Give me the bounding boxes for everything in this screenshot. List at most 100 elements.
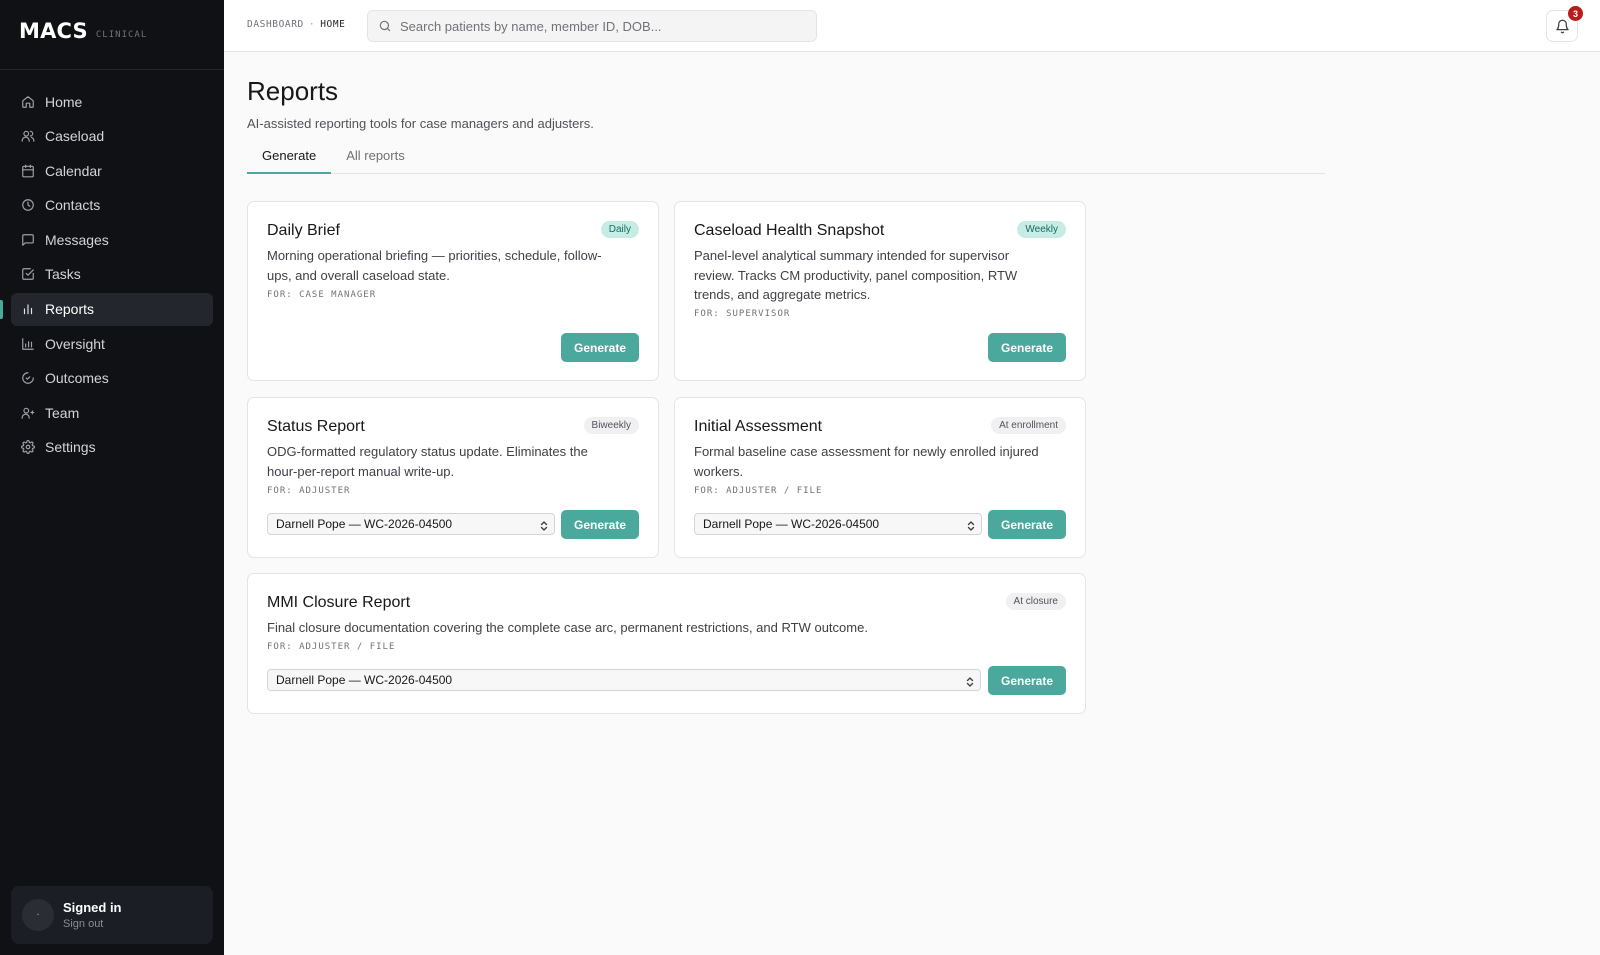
- sidebar-item-label: Messages: [45, 231, 109, 248]
- patient-select-value: Darnell Pope — WC-2026-04500: [276, 517, 453, 531]
- card-description-line: Formal baseline case assessment for newl…: [694, 444, 1039, 459]
- card-description: ODG-formatted regulatory status update. …: [267, 442, 588, 481]
- report-card-mmi-closure: MMI Closure Report At closure Final clos…: [247, 573, 1086, 714]
- patient-select-value: Darnell Pope — WC-2026-04500: [703, 517, 880, 531]
- sidebar: MACS CLINICAL Home Caseload Calendar Con…: [0, 0, 224, 955]
- tab-generate[interactable]: Generate: [247, 147, 332, 174]
- generate-button[interactable]: Generate: [561, 333, 639, 362]
- generate-button[interactable]: Generate: [988, 666, 1066, 695]
- card-description-line: ODG-formatted regulatory status update. …: [267, 444, 588, 459]
- gauge-icon: [21, 371, 35, 385]
- notifications-button[interactable]: 3: [1546, 6, 1583, 42]
- card-description-line: hour-per-report manual write-up.: [267, 463, 455, 479]
- sidebar-item-label: Settings: [45, 439, 96, 456]
- patient-select-value: Darnell Pope — WC-2026-04500: [276, 673, 453, 687]
- page-title: Reports: [247, 76, 339, 106]
- sidebar-item-caseload[interactable]: Caseload: [11, 120, 213, 153]
- card-audience: FOR: SUPERVISOR: [694, 309, 791, 319]
- page-subtitle: AI-assisted reporting tools for case man…: [247, 116, 594, 131]
- generate-button[interactable]: Generate: [988, 510, 1066, 539]
- card-description: Final closure documentation covering the…: [267, 618, 868, 638]
- main-content: Reports AI-assisted reporting tools for …: [247, 52, 1327, 174]
- chart-icon: [21, 337, 35, 351]
- card-description: Morning operational briefing — prioritie…: [267, 246, 602, 285]
- frequency-badge: At closure: [1005, 593, 1066, 610]
- sidebar-item-reports[interactable]: Reports: [0, 292, 213, 326]
- breadcrumb-separator: ·: [308, 19, 316, 30]
- sidebar-item-team[interactable]: Team: [11, 396, 213, 429]
- sidebar-item-label: Contacts: [45, 197, 101, 214]
- frequency-badge: At enrollment: [991, 417, 1066, 434]
- home-icon: [21, 95, 35, 109]
- card-audience: FOR: ADJUSTER: [267, 486, 351, 496]
- avatar[interactable]: ·: [22, 899, 54, 931]
- card-title: Initial Assessment: [694, 418, 823, 435]
- users-icon: [21, 129, 35, 143]
- sidebar-item-label: Reports: [45, 301, 95, 318]
- select-chevron-icon: [540, 518, 548, 531]
- brand-subtitle: CLINICAL: [95, 30, 148, 40]
- select-chevron-icon: [966, 674, 974, 687]
- sidebar-nav: Home Caseload Calendar Contacts Messages…: [0, 85, 213, 466]
- card-description-line: trends, and aggregate metrics.: [694, 287, 871, 302]
- clock-icon: [21, 198, 35, 212]
- card-description-line: review. Tracks CM productivity, panel co…: [694, 267, 1018, 283]
- sidebar-item-outcomes[interactable]: Outcomes: [11, 362, 213, 395]
- card-description-line: Final closure documentation covering the…: [267, 620, 868, 635]
- breadcrumb-home: HOME: [320, 19, 346, 30]
- card-description-line: ups, and overall caseload state.: [267, 267, 450, 283]
- sidebar-item-label: Caseload: [45, 128, 105, 145]
- tab-all-reports[interactable]: All reports: [331, 147, 420, 174]
- user-panel: · Signed in Sign out: [11, 886, 213, 944]
- bar-chart-icon: [21, 302, 35, 316]
- report-card-status-report: Status Report Biweekly ODG-formatted reg…: [247, 397, 659, 558]
- card-title: Daily Brief: [267, 222, 340, 239]
- card-title: Caseload Health Snapshot: [694, 222, 885, 239]
- signed-in-label: Signed in: [63, 900, 122, 915]
- checkbox-icon: [21, 267, 35, 281]
- patient-select[interactable]: Darnell Pope — WC-2026-04500: [267, 669, 981, 691]
- calendar-icon: [21, 164, 35, 178]
- sign-out-link[interactable]: Sign out: [63, 918, 122, 930]
- sidebar-item-messages[interactable]: Messages: [11, 223, 213, 256]
- tab-bar: Generate All reports: [247, 147, 1325, 174]
- sidebar-item-tasks[interactable]: Tasks: [11, 258, 213, 291]
- card-description-line: Morning operational briefing — prioritie…: [267, 248, 602, 263]
- frequency-badge: Daily: [600, 221, 639, 238]
- card-audience: FOR: ADJUSTER / FILE: [694, 486, 823, 496]
- sidebar-item-home[interactable]: Home: [11, 85, 213, 118]
- sidebar-item-label: Outcomes: [45, 370, 109, 387]
- breadcrumb-dashboard[interactable]: DASHBOARD: [247, 19, 304, 30]
- card-description: Panel-level analytical summary intended …: [694, 246, 1017, 305]
- report-card-initial-assessment: Initial Assessment At enrollment Formal …: [674, 397, 1086, 558]
- sidebar-item-label: Tasks: [45, 266, 81, 283]
- sidebar-item-calendar[interactable]: Calendar: [11, 154, 213, 187]
- frequency-badge: Biweekly: [583, 417, 639, 434]
- breadcrumb: DASHBOARD · HOME: [247, 19, 346, 30]
- search-input[interactable]: [400, 18, 800, 34]
- sidebar-item-label: Oversight: [45, 335, 105, 352]
- card-title: MMI Closure Report: [267, 594, 411, 611]
- team-icon: [21, 406, 35, 420]
- sidebar-item-contacts[interactable]: Contacts: [11, 189, 213, 222]
- bell-icon: [1555, 19, 1570, 34]
- generate-button[interactable]: Generate: [988, 333, 1066, 362]
- brand-logo[interactable]: MACS: [19, 19, 88, 43]
- card-title: Status Report: [267, 418, 365, 435]
- report-card-caseload-health: Caseload Health Snapshot Weekly Panel-le…: [674, 201, 1086, 381]
- card-description-line: Panel-level analytical summary intended …: [694, 248, 1010, 263]
- notification-count-badge: 3: [1568, 6, 1583, 21]
- sidebar-item-settings[interactable]: Settings: [11, 431, 213, 464]
- patient-select[interactable]: Darnell Pope — WC-2026-04500: [267, 513, 555, 535]
- patient-select[interactable]: Darnell Pope — WC-2026-04500: [694, 513, 982, 535]
- sidebar-item-label: Calendar: [45, 162, 102, 179]
- sidebar-item-oversight[interactable]: Oversight: [11, 327, 213, 360]
- user-text: Signed in Sign out: [63, 900, 122, 930]
- message-icon: [21, 233, 35, 247]
- card-audience: FOR: ADJUSTER / FILE: [267, 642, 396, 652]
- sidebar-item-label: Team: [45, 404, 80, 421]
- generate-button[interactable]: Generate: [561, 510, 639, 539]
- card-audience: FOR: CASE MANAGER: [267, 290, 377, 300]
- report-card-daily-brief: Daily Brief Daily Morning operational br…: [247, 201, 659, 381]
- gear-icon: [21, 440, 35, 455]
